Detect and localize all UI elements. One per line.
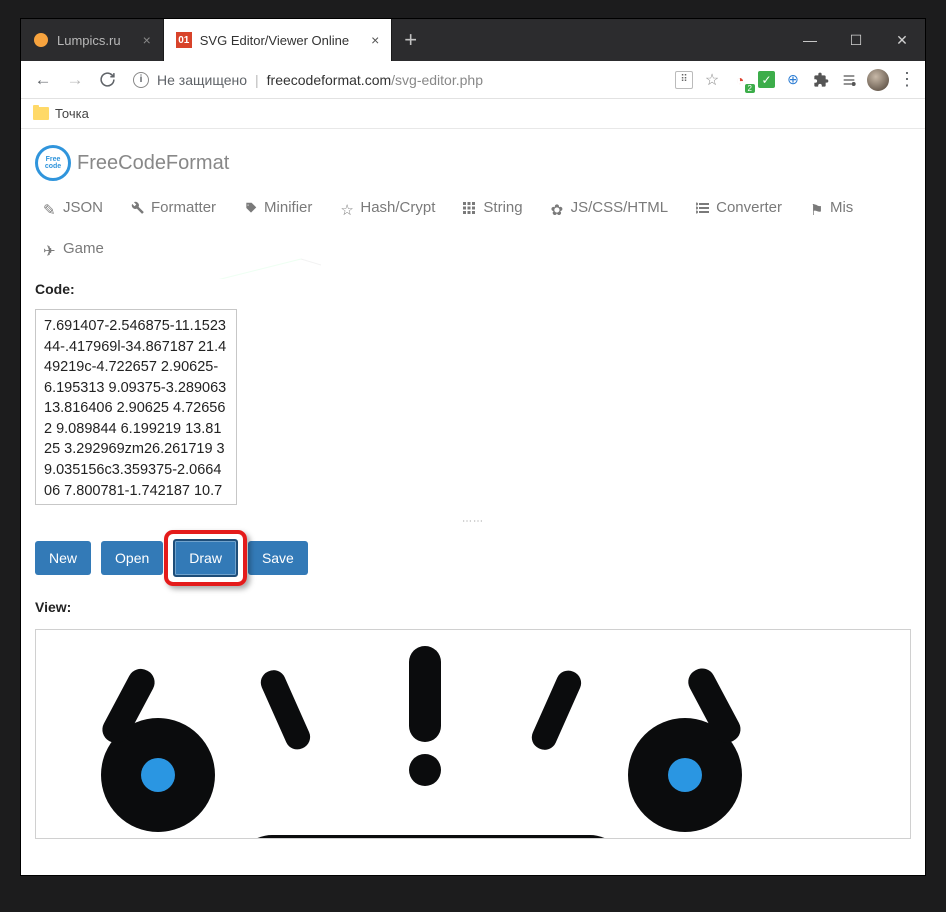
- menu-converter[interactable]: Converter: [696, 199, 782, 216]
- back-button[interactable]: ←: [29, 66, 57, 94]
- close-icon[interactable]: ×: [143, 32, 151, 48]
- extension-icon[interactable]: ◔2: [730, 70, 750, 90]
- toolbar-actions: ⠿ ☆ ◔2 ✓ ⊕ ⋮: [674, 69, 917, 91]
- wrench-icon: [131, 201, 145, 215]
- window-controls: — ☐ ✕: [787, 19, 925, 61]
- menu-formatter[interactable]: Formatter: [131, 199, 216, 216]
- tags-icon: [244, 201, 258, 215]
- address-bar: ← → i Не защищено | freecodeformat.com/s…: [21, 61, 925, 99]
- extension-icon[interactable]: ✓: [758, 71, 775, 88]
- close-icon[interactable]: ×: [371, 32, 379, 48]
- brand-row: Freecode FreeCodeFormat: [21, 129, 925, 191]
- list-icon: [696, 201, 710, 215]
- grid-icon: [463, 201, 477, 215]
- open-button[interactable]: Open: [101, 541, 163, 575]
- reload-button[interactable]: [93, 66, 121, 94]
- svg-preview: [50, 640, 850, 839]
- bookmarks-bar: Точка: [21, 99, 925, 129]
- save-button[interactable]: Save: [248, 541, 308, 575]
- tab-lumpics[interactable]: Lumpics.ru ×: [21, 19, 164, 61]
- bookmark-star-icon[interactable]: ☆: [702, 70, 722, 90]
- close-window-button[interactable]: ✕: [879, 19, 925, 61]
- profile-avatar[interactable]: [867, 69, 889, 91]
- url-box[interactable]: i Не защищено | freecodeformat.com/svg-e…: [125, 72, 670, 88]
- menu-json[interactable]: ✎JSON: [43, 199, 103, 216]
- view-label: View:: [21, 593, 925, 621]
- star-icon: ☆: [340, 201, 354, 215]
- brand-logo: Freecode: [35, 145, 71, 181]
- menu-mis[interactable]: ⚑Mis: [810, 199, 853, 216]
- page-content: Freecode FreeCodeFormat ✎JSON Formatter …: [21, 129, 925, 875]
- menu-dots-icon[interactable]: ⋮: [897, 70, 917, 90]
- new-button[interactable]: New: [35, 541, 91, 575]
- bookmark-item[interactable]: Точка: [55, 106, 89, 121]
- extension-icon[interactable]: ⊕: [783, 70, 803, 90]
- menu-jscsshtml[interactable]: ✿JS/CSS/HTML: [551, 199, 669, 216]
- resize-handle[interactable]: ⋯⋯: [35, 516, 911, 523]
- code-textarea[interactable]: [35, 309, 237, 505]
- button-row: New Open Draw Save: [21, 523, 925, 593]
- plane-icon: ✈: [43, 242, 57, 256]
- gear-icon: ✿: [551, 201, 565, 215]
- brand-name: FreeCodeFormat: [77, 152, 229, 175]
- translate-icon[interactable]: ⠿: [674, 70, 694, 90]
- minimize-button[interactable]: —: [787, 19, 833, 61]
- menu-minifier[interactable]: Minifier: [244, 199, 312, 216]
- maximize-button[interactable]: ☐: [833, 19, 879, 61]
- view-panel[interactable]: [35, 629, 911, 839]
- info-icon[interactable]: i: [133, 72, 149, 88]
- draw-highlight: Draw: [173, 539, 238, 577]
- code-label: Code:: [21, 275, 925, 303]
- flag-icon: ⚑: [810, 201, 824, 215]
- url-text: freecodeformat.com/svg-editor.php: [267, 72, 483, 88]
- nav-menu: ✎JSON Formatter Minifier ☆Hash/Crypt Str…: [21, 191, 925, 275]
- folder-icon: [33, 107, 49, 120]
- titlebar: Lumpics.ru × 01 SVG Editor/Viewer Online…: [21, 19, 925, 61]
- draw-button[interactable]: Draw: [173, 539, 238, 577]
- security-label: Не защищено: [157, 72, 247, 88]
- tab-title: Lumpics.ru: [57, 33, 121, 48]
- favicon-01: 01: [176, 32, 192, 48]
- tab-svg-editor[interactable]: 01 SVG Editor/Viewer Online ×: [164, 19, 393, 61]
- forward-button[interactable]: →: [61, 66, 89, 94]
- separator: |: [255, 72, 259, 88]
- extension-icon[interactable]: [839, 70, 859, 90]
- new-tab-button[interactable]: +: [392, 19, 429, 61]
- menu-string[interactable]: String: [463, 199, 522, 216]
- pencil-icon: ✎: [43, 201, 57, 215]
- tab-title: SVG Editor/Viewer Online: [200, 33, 349, 48]
- menu-game[interactable]: ✈Game: [43, 240, 104, 257]
- extensions-button[interactable]: [811, 70, 831, 90]
- menu-hash[interactable]: ☆Hash/Crypt: [340, 199, 435, 216]
- favicon-lumpics: [33, 32, 49, 48]
- browser-window: Lumpics.ru × 01 SVG Editor/Viewer Online…: [20, 18, 926, 876]
